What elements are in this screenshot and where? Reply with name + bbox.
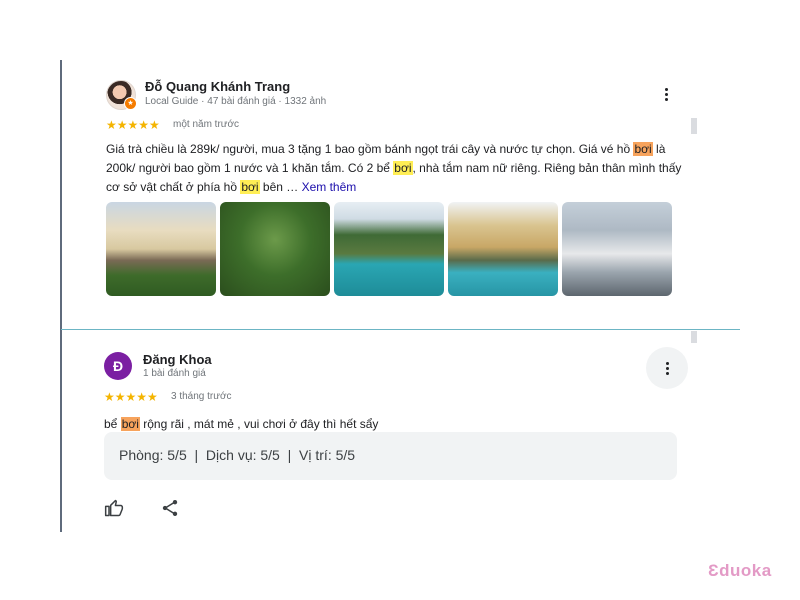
review-photo[interactable] [106, 202, 216, 296]
review-text-part: Giá trà chiều là 289k/ người, mua 3 tặng… [106, 142, 634, 156]
watermark-logo: Ɛduoka [708, 561, 772, 580]
reviewer-name[interactable]: Đăng Khoa [143, 352, 212, 367]
review-time: một năm trước [173, 119, 240, 130]
reviewer-name[interactable]: Đỗ Quang Khánh Trang [145, 79, 290, 94]
highlighted-keyword: bơi [120, 417, 140, 431]
review-time: 3 tháng trước [171, 391, 232, 402]
more-vert-icon[interactable] [654, 82, 678, 106]
review-text-part: bể [104, 417, 121, 431]
review-text-part: bên … [259, 180, 302, 194]
review-photo[interactable] [220, 202, 330, 296]
review-text: bể bơi rộng rãi , mát mẻ , vui chơi ở đâ… [104, 415, 378, 433]
more-vert-icon[interactable] [646, 347, 688, 389]
local-guide-badge-icon: ★ [124, 97, 137, 110]
review-divider [61, 329, 740, 330]
thumb-up-icon[interactable] [104, 498, 124, 518]
review-photos [106, 202, 672, 296]
review-photo[interactable] [562, 202, 672, 296]
share-icon[interactable] [160, 498, 180, 518]
star-rating: ★★★★★ [104, 390, 158, 404]
left-border-line [60, 60, 62, 532]
sub-ratings-text: Phòng: 5/5 | Dịch vụ: 5/5 | Vị trí: 5/5 [119, 447, 356, 463]
review-text-part: rộng rãi , mát mẻ , vui chơi ở đây thì h… [139, 417, 379, 431]
highlighted-keyword: bơi [393, 161, 413, 175]
scrollbar-thumb-top[interactable] [691, 118, 697, 134]
highlighted-keyword: bơi [240, 180, 260, 194]
highlighted-keyword: bơi [633, 142, 653, 156]
review-photo[interactable] [448, 202, 558, 296]
review-text: Giá trà chiều là 289k/ người, mua 3 tặng… [106, 140, 686, 197]
avatar[interactable]: Đ [104, 352, 132, 380]
star-rating: ★★★★★ [106, 118, 160, 132]
reviewer-meta: 1 bài đánh giá [143, 368, 206, 379]
sub-ratings-box: Phòng: 5/5 | Dịch vụ: 5/5 | Vị trí: 5/5 [104, 432, 677, 480]
review-photo[interactable] [334, 202, 444, 296]
scrollbar-thumb-bottom[interactable] [691, 331, 697, 343]
reviewer-meta: Local Guide · 47 bài đánh giá · 1332 ảnh [145, 96, 327, 107]
see-more-link[interactable]: Xem thêm [302, 180, 357, 194]
